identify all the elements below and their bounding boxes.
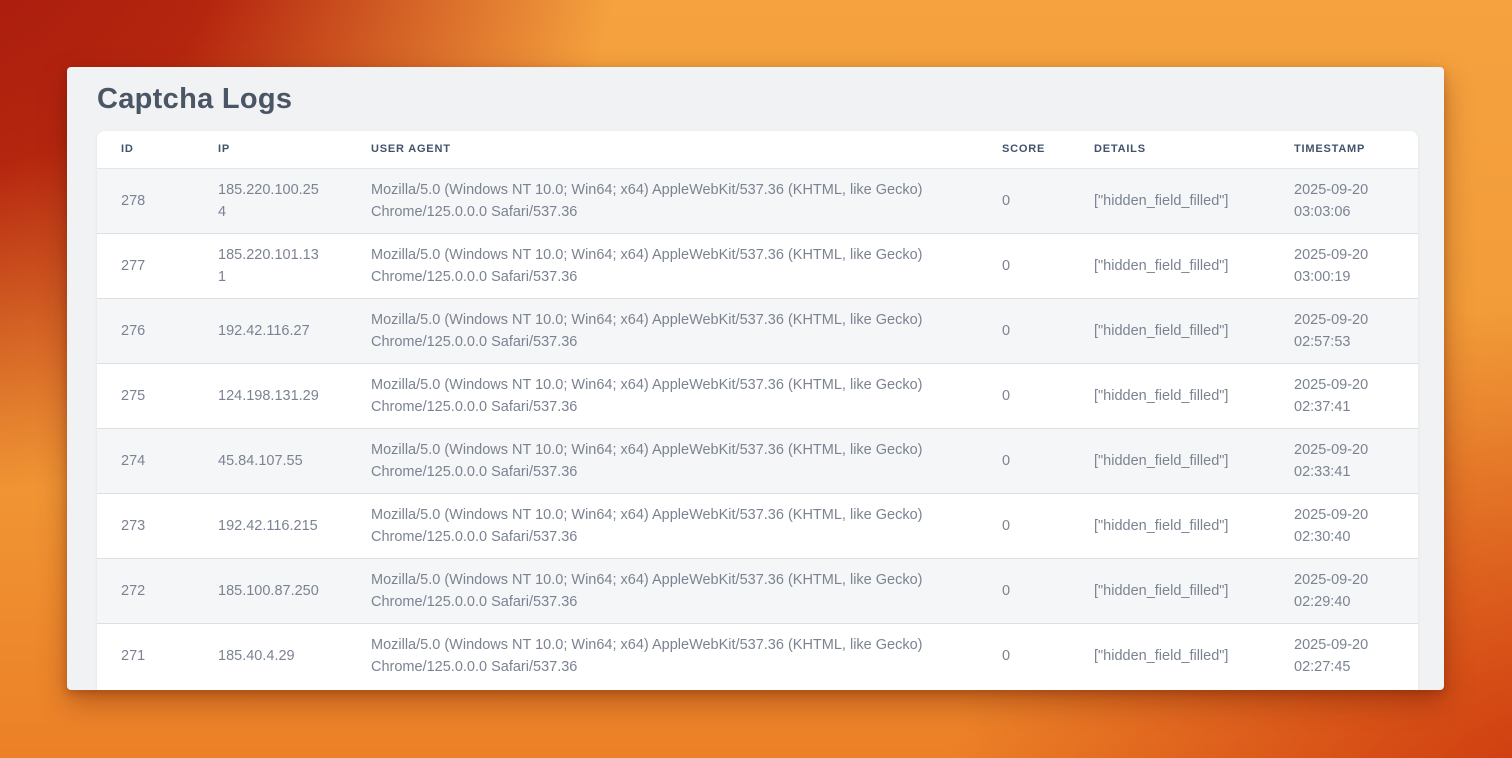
logs-table: IDIPUSER AGENTSCOREDETAILSTIMESTAMP 2781…: [97, 131, 1418, 688]
cell-details: ["hidden_field_filled"]: [1070, 623, 1270, 688]
cell-details: ["hidden_field_filled"]: [1070, 558, 1270, 623]
cell-details: ["hidden_field_filled"]: [1070, 168, 1270, 233]
cell-score: 0: [978, 558, 1070, 623]
table-body: 278185.220.100.254Mozilla/5.0 (Windows N…: [97, 168, 1418, 688]
cell-user_agent: Mozilla/5.0 (Windows NT 10.0; Win64; x64…: [347, 623, 978, 688]
cell-id: 271: [97, 623, 194, 688]
cell-score: 0: [978, 298, 1070, 363]
cell-ip: 185.100.87.250: [194, 558, 347, 623]
cell-user_agent: Mozilla/5.0 (Windows NT 10.0; Win64; x64…: [347, 233, 978, 298]
cell-timestamp: 2025-09-20 02:57:53: [1270, 298, 1418, 363]
cell-ip: 45.84.107.55: [194, 428, 347, 493]
column-header-timestamp: TIMESTAMP: [1270, 131, 1418, 168]
cell-details: ["hidden_field_filled"]: [1070, 363, 1270, 428]
cell-timestamp: 2025-09-20 02:27:45: [1270, 623, 1418, 688]
cell-score: 0: [978, 363, 1070, 428]
cell-timestamp: 2025-09-20 02:29:40: [1270, 558, 1418, 623]
cell-timestamp: 2025-09-20 02:37:41: [1270, 363, 1418, 428]
table-header-row: IDIPUSER AGENTSCOREDETAILSTIMESTAMP: [97, 131, 1418, 168]
cell-user_agent: Mozilla/5.0 (Windows NT 10.0; Win64; x64…: [347, 363, 978, 428]
cell-ip: 185.220.100.254: [194, 168, 347, 233]
table-row: 273192.42.116.215Mozilla/5.0 (Windows NT…: [97, 493, 1418, 558]
cell-timestamp: 2025-09-20 02:30:40: [1270, 493, 1418, 558]
cell-ip: 124.198.131.29: [194, 363, 347, 428]
table-row: 277185.220.101.131Mozilla/5.0 (Windows N…: [97, 233, 1418, 298]
cell-ip: 185.40.4.29: [194, 623, 347, 688]
cell-user_agent: Mozilla/5.0 (Windows NT 10.0; Win64; x64…: [347, 298, 978, 363]
table-row: 275124.198.131.29Mozilla/5.0 (Windows NT…: [97, 363, 1418, 428]
column-header-score: SCORE: [978, 131, 1070, 168]
cell-user_agent: Mozilla/5.0 (Windows NT 10.0; Win64; x64…: [347, 558, 978, 623]
table-row: 276192.42.116.27Mozilla/5.0 (Windows NT …: [97, 298, 1418, 363]
cell-score: 0: [978, 168, 1070, 233]
table-row: 278185.220.100.254Mozilla/5.0 (Windows N…: [97, 168, 1418, 233]
column-header-details: DETAILS: [1070, 131, 1270, 168]
cell-user_agent: Mozilla/5.0 (Windows NT 10.0; Win64; x64…: [347, 168, 978, 233]
cell-id: 272: [97, 558, 194, 623]
column-header-id: ID: [97, 131, 194, 168]
table-row: 272185.100.87.250Mozilla/5.0 (Windows NT…: [97, 558, 1418, 623]
cell-details: ["hidden_field_filled"]: [1070, 428, 1270, 493]
cell-details: ["hidden_field_filled"]: [1070, 233, 1270, 298]
captcha-logs-card: Captcha Logs IDIPUSER AGENTSCOREDETAILST…: [67, 67, 1444, 690]
cell-timestamp: 2025-09-20 02:33:41: [1270, 428, 1418, 493]
column-header-ip: IP: [194, 131, 347, 168]
logs-table-container: IDIPUSER AGENTSCOREDETAILSTIMESTAMP 2781…: [97, 131, 1418, 690]
cell-id: 275: [97, 363, 194, 428]
cell-id: 277: [97, 233, 194, 298]
cell-details: ["hidden_field_filled"]: [1070, 298, 1270, 363]
table-row: 27445.84.107.55Mozilla/5.0 (Windows NT 1…: [97, 428, 1418, 493]
table-row: 271185.40.4.29Mozilla/5.0 (Windows NT 10…: [97, 623, 1418, 688]
cell-score: 0: [978, 233, 1070, 298]
cell-score: 0: [978, 623, 1070, 688]
cell-id: 274: [97, 428, 194, 493]
cell-details: ["hidden_field_filled"]: [1070, 493, 1270, 558]
cell-ip: 192.42.116.215: [194, 493, 347, 558]
cell-id: 278: [97, 168, 194, 233]
cell-ip: 192.42.116.27: [194, 298, 347, 363]
cell-id: 273: [97, 493, 194, 558]
cell-id: 276: [97, 298, 194, 363]
column-header-user_agent: USER AGENT: [347, 131, 978, 168]
cell-user_agent: Mozilla/5.0 (Windows NT 10.0; Win64; x64…: [347, 428, 978, 493]
cell-user_agent: Mozilla/5.0 (Windows NT 10.0; Win64; x64…: [347, 493, 978, 558]
cell-timestamp: 2025-09-20 03:03:06: [1270, 168, 1418, 233]
page-title: Captcha Logs: [97, 81, 292, 117]
cell-timestamp: 2025-09-20 03:00:19: [1270, 233, 1418, 298]
cell-score: 0: [978, 493, 1070, 558]
cell-score: 0: [978, 428, 1070, 493]
cell-ip: 185.220.101.131: [194, 233, 347, 298]
